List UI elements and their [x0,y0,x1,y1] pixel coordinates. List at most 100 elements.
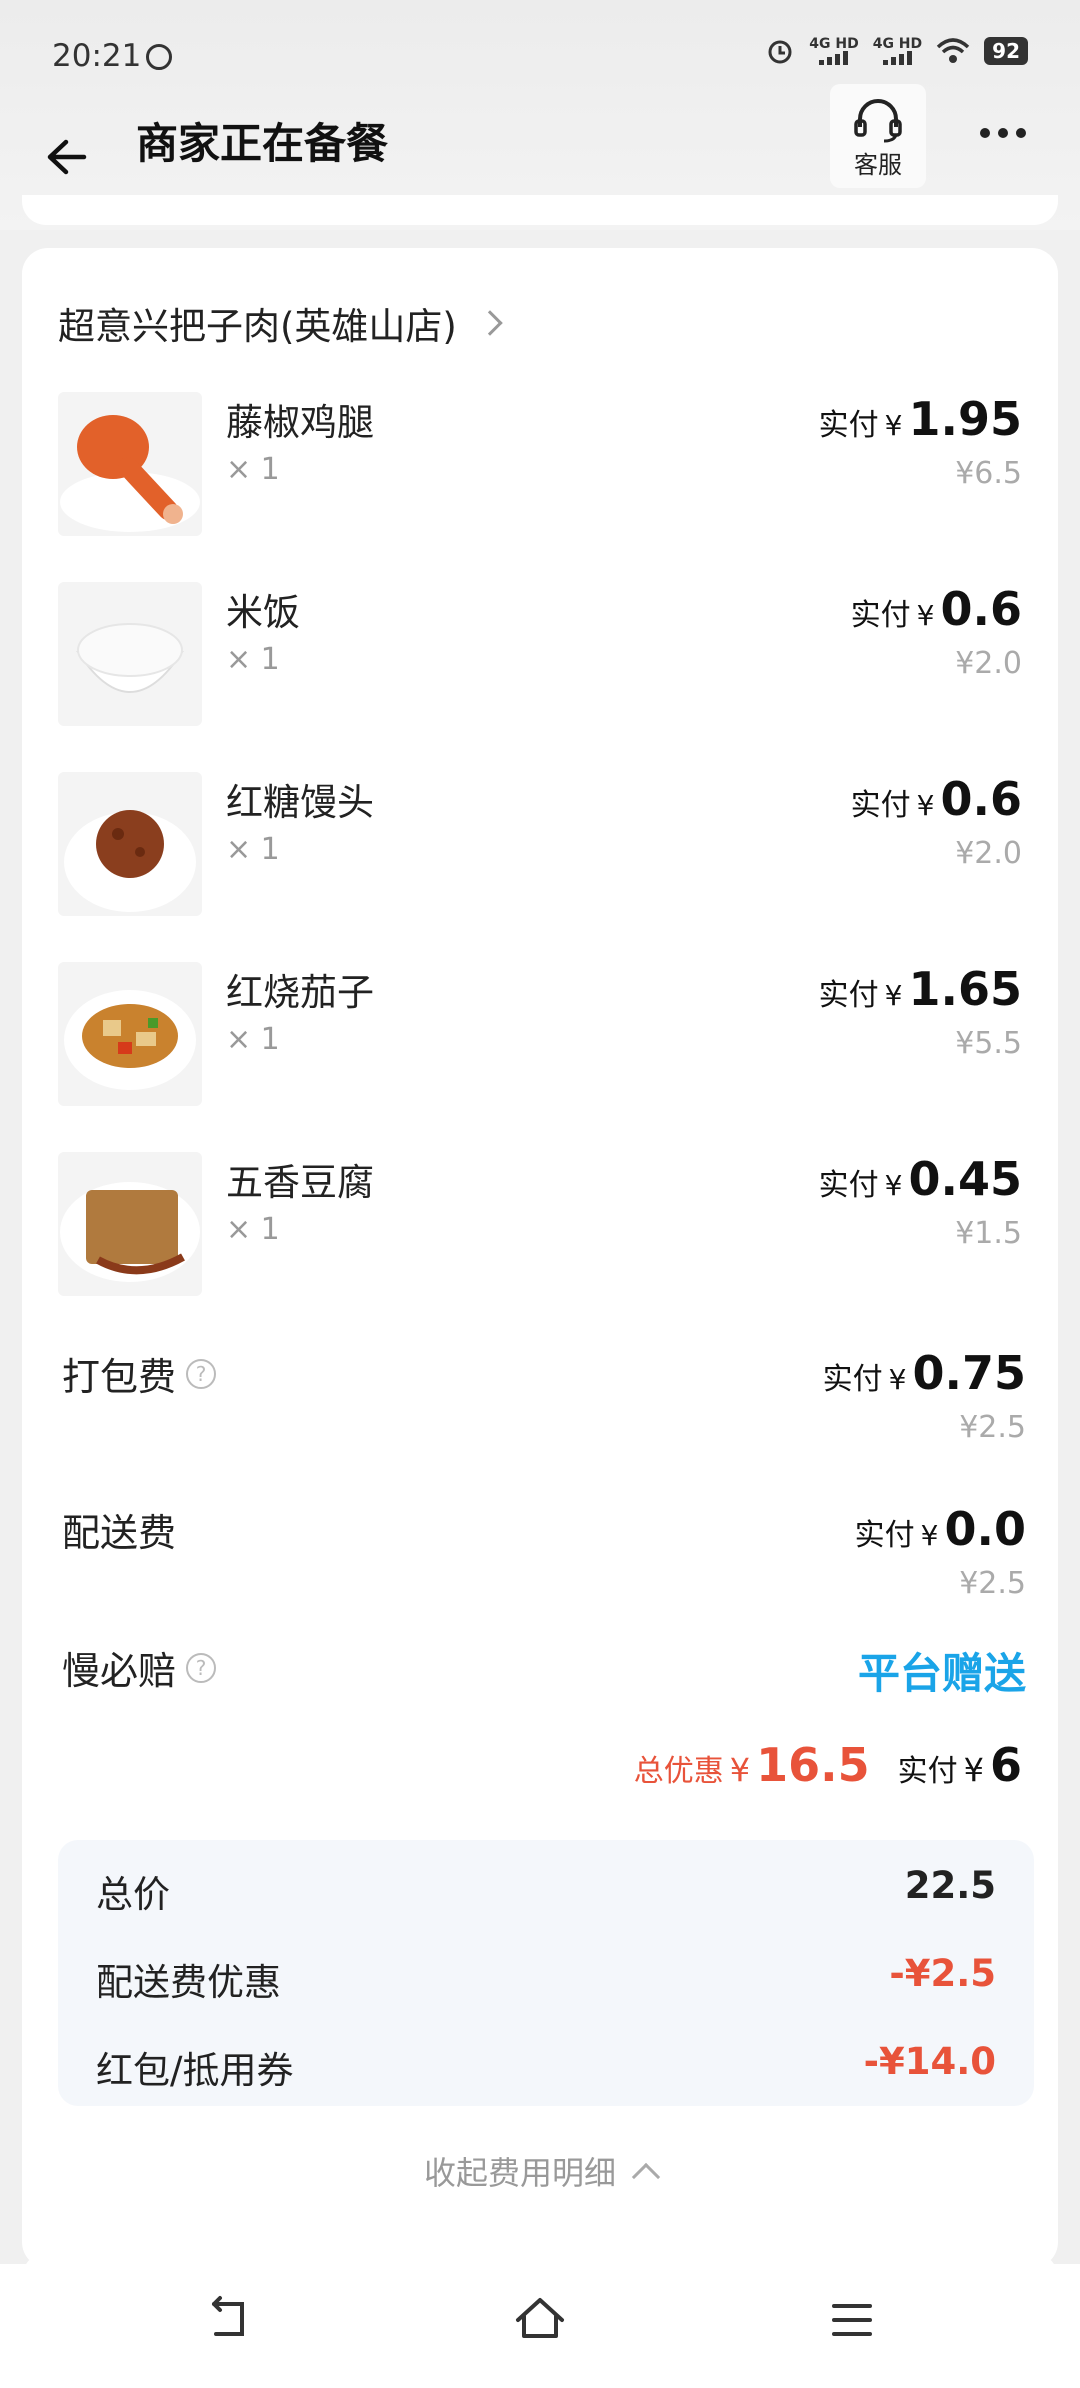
back-arrow-icon[interactable] [40,132,90,182]
fee-paid: 实付 ¥0.75 [823,1346,1026,1400]
back-icon[interactable] [198,2290,258,2350]
item-original-price: ¥2.0 [955,646,1022,681]
total-discount-label: 总优惠 [633,1754,724,1789]
delivery-discount-label: 配送费优惠 [96,1961,281,2004]
top-bar: 商家正在备餐 客服 [0,84,1080,210]
packing-fee-label: 打包费 [62,1355,177,1399]
order-item: 红烧茄子 × 1 实付 ¥1.65 ¥5.5 [58,962,1022,1106]
item-quantity: × 1 [226,1212,280,1247]
paid-amount: 0.75 [912,1346,1027,1400]
order-item: 米饭 × 1 实付 ¥0.6 ¥2.0 [58,582,1022,726]
item-name: 五香豆腐 [226,1161,374,1204]
system-navigation-bar [0,2264,1080,2388]
headset-icon [854,99,902,143]
item-name: 米饭 [226,591,300,634]
item-paid: 实付 ¥1.95 [819,392,1022,446]
item-image-chicken-leg [58,392,202,536]
order-item: 藤椒鸡腿 × 1 实付 ¥1.95 ¥6.5 [58,392,1022,536]
item-paid: 实付 ¥0.6 [851,582,1022,636]
currency: ¥ [884,979,903,1012]
item-original-price: ¥5.5 [955,1026,1022,1061]
order-detail-card: 超意兴把子肉(英雄山店) 藤椒鸡腿 × 1 实付 ¥1.95 ¥6.5 米饭 × … [22,248,1058,2268]
alarm-icon [768,40,792,64]
network-label-1: 4G HD [809,36,859,52]
notification-icon [146,44,172,70]
paid-amount: 0.45 [908,1152,1023,1206]
item-original-price: ¥2.0 [955,836,1022,871]
page-title: 商家正在备餐 [136,119,389,168]
item-paid: 实付 ¥1.65 [819,962,1022,1016]
currency: ¥ [916,599,935,632]
paid-label: 实付 [818,1168,879,1203]
item-image-brown-sugar-bun [58,772,202,916]
collapse-fee-details-button[interactable]: 收起费用明细 [22,2148,1058,2194]
total-price-label: 总价 [96,1873,170,1916]
signal-icon: 4G HD [809,36,859,65]
fee-breakdown: 总价 22.5 配送费优惠 -¥2.5 红包/抵用券 -¥14.0 [58,1840,1034,2106]
paid-amount: 0.6 [940,582,1023,636]
currency: ¥ [729,1751,751,1789]
chevron-up-icon [631,2162,661,2192]
shop-name: 超意兴把子肉(英雄山店) [58,305,457,348]
paid-label: 实付 [850,788,911,823]
fee-name: 打包费? [62,1346,217,1401]
total-price-row: 总价 22.5 [96,1864,996,1918]
paid-label: 实付 [818,978,879,1013]
total-discount-amount: 16.5 [756,1738,870,1792]
home-icon[interactable] [510,2290,570,2350]
coupon-label: 红包/抵用券 [96,2049,294,2092]
previous-card [22,195,1058,225]
order-summary: 总优惠 ¥ 16.5 实付 ¥ 6 [634,1738,1022,1792]
paid-amount: 1.95 [908,392,1023,446]
item-original-price: ¥6.5 [955,456,1022,491]
fee-original-price: ¥2.5 [959,1566,1026,1601]
paid-amount: 0.6 [940,772,1023,826]
item-quantity: × 1 [226,1022,280,1057]
fee-original-price: ¥2.5 [959,1410,1026,1445]
total-price-value: 22.5 [904,1864,996,1907]
item-quantity: × 1 [226,452,280,487]
menu-icon[interactable] [822,2290,882,2350]
battery-icon: 92 [984,37,1028,65]
paid-label: 实付 [854,1518,915,1553]
delivery-discount-value: -¥2.5 [889,1952,996,1995]
paid-amount: 0.0 [944,1502,1027,1556]
status-icons: 4G HD 4G HD 92 [765,36,1028,66]
currency: ¥ [884,409,903,442]
total-paid-amount: 6 [989,1738,1022,1792]
item-name: 藤椒鸡腿 [226,401,374,444]
paid-label: 实付 [850,598,911,633]
coupon-value: -¥14.0 [863,2040,996,2083]
item-image-rice [58,582,202,726]
shop-link[interactable]: 超意兴把子肉(英雄山店) [58,296,503,350]
currency: ¥ [963,1751,984,1789]
item-quantity: × 1 [226,832,280,867]
coupon-row: 红包/抵用券 -¥14.0 [96,2040,996,2094]
item-image-spiced-tofu [58,1152,202,1296]
delivery-discount-row: 配送费优惠 -¥2.5 [96,1952,996,2006]
currency: ¥ [888,1363,907,1396]
help-icon[interactable]: ? [186,1652,217,1683]
currency: ¥ [920,1519,939,1552]
customer-service-label: 客服 [854,151,902,179]
network-label-2: 4G HD [872,36,923,52]
late-comp-label: 慢必赔 [62,1649,177,1693]
status-time: 20:21 [52,38,142,74]
item-quantity: × 1 [226,642,280,677]
paid-label: 实付 [822,1362,883,1397]
order-item: 五香豆腐 × 1 实付 ¥0.45 ¥1.5 [58,1152,1022,1296]
more-options-icon[interactable] [980,128,1026,138]
platform-gift-label: 平台赠送 [857,1649,1026,1698]
item-original-price: ¥1.5 [955,1216,1022,1251]
fee-name: 慢必赔? [62,1640,217,1695]
item-image-braised-eggplant [58,962,202,1106]
customer-service-button[interactable]: 客服 [830,84,926,188]
collapse-label: 收起费用明细 [423,2154,616,2192]
currency: ¥ [884,1169,903,1202]
paid-label: 实付 [818,408,879,443]
total-paid-label: 实付 [897,1754,958,1789]
currency: ¥ [916,789,935,822]
help-icon[interactable]: ? [186,1358,217,1389]
item-name: 红烧茄子 [226,971,374,1014]
paid-amount: 1.65 [908,962,1023,1016]
